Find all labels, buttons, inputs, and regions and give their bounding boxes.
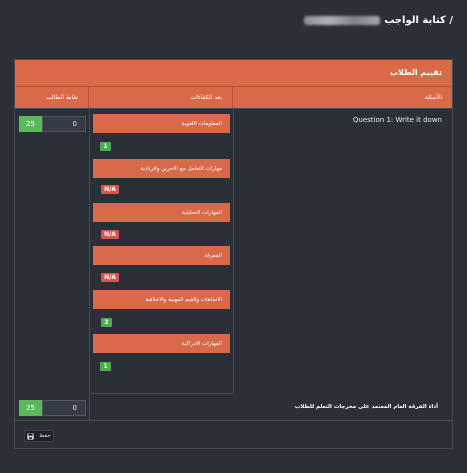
card-header: تقييم الطلاب [15,60,452,87]
floppy-disk-icon [27,432,34,440]
competency-badge: 1 [100,142,111,151]
competency-badge: 1 [100,362,111,371]
column-header-student-points-label: نقاط الطالب [46,94,78,101]
competency-label: المهارات التحليلية [93,203,230,222]
competency-label: المعرفة [93,246,230,265]
competency-panel-border [89,393,233,394]
save-button-label: حفظ [39,433,51,439]
column-header-competencies: بعد الكفاءات [89,87,233,108]
column-header-questions-label: الأسئلة [424,94,442,101]
column-divider [89,394,90,420]
competency-label: المعلومات اللغوية [93,114,230,133]
row-divider [15,420,452,421]
competency-badge: N/A [101,273,119,282]
competency-badge: N/A [101,230,119,239]
redacted-assignment-name [304,15,381,25]
competency-label: مهارات التعامل مع الاخرين والريادية [93,159,230,178]
card-title: تقييم الطلاب [389,68,442,77]
total-score-max: 25 [19,400,42,416]
question-label: Question 1: Write it down [352,116,442,124]
competency-label: المهارات الادراكية [93,334,230,353]
total-score: 25 0 [19,400,86,416]
score-max: 25 [19,116,42,132]
column-divider [233,108,234,393]
question-score: 25 0 [19,116,86,132]
page-title: كتابة الواجب / [384,14,453,26]
student-evaluation-card: تقييم الطلاب نقاط الطالب بعد الكفاءات ال… [14,59,453,449]
column-divider [89,108,90,393]
column-header-competencies-label: بعد الكفاءات [190,94,222,101]
competency-badge: 2 [101,318,112,327]
competency-label: الاتجاهات والقيم المهنية والاخلاقية [93,290,230,309]
competency-badge: N/A [101,185,119,194]
page-header: كتابة الواجب / [304,12,453,28]
overall-performance-label: أداء الفرقة العام المعتمد على مخرجات الت… [294,404,438,410]
score-input[interactable]: 0 [42,116,86,132]
save-button[interactable]: حفظ [24,430,54,442]
column-header-student-points: نقاط الطالب [15,87,89,108]
column-header-questions: الأسئلة [233,87,452,108]
total-score-input[interactable]: 0 [42,400,86,416]
